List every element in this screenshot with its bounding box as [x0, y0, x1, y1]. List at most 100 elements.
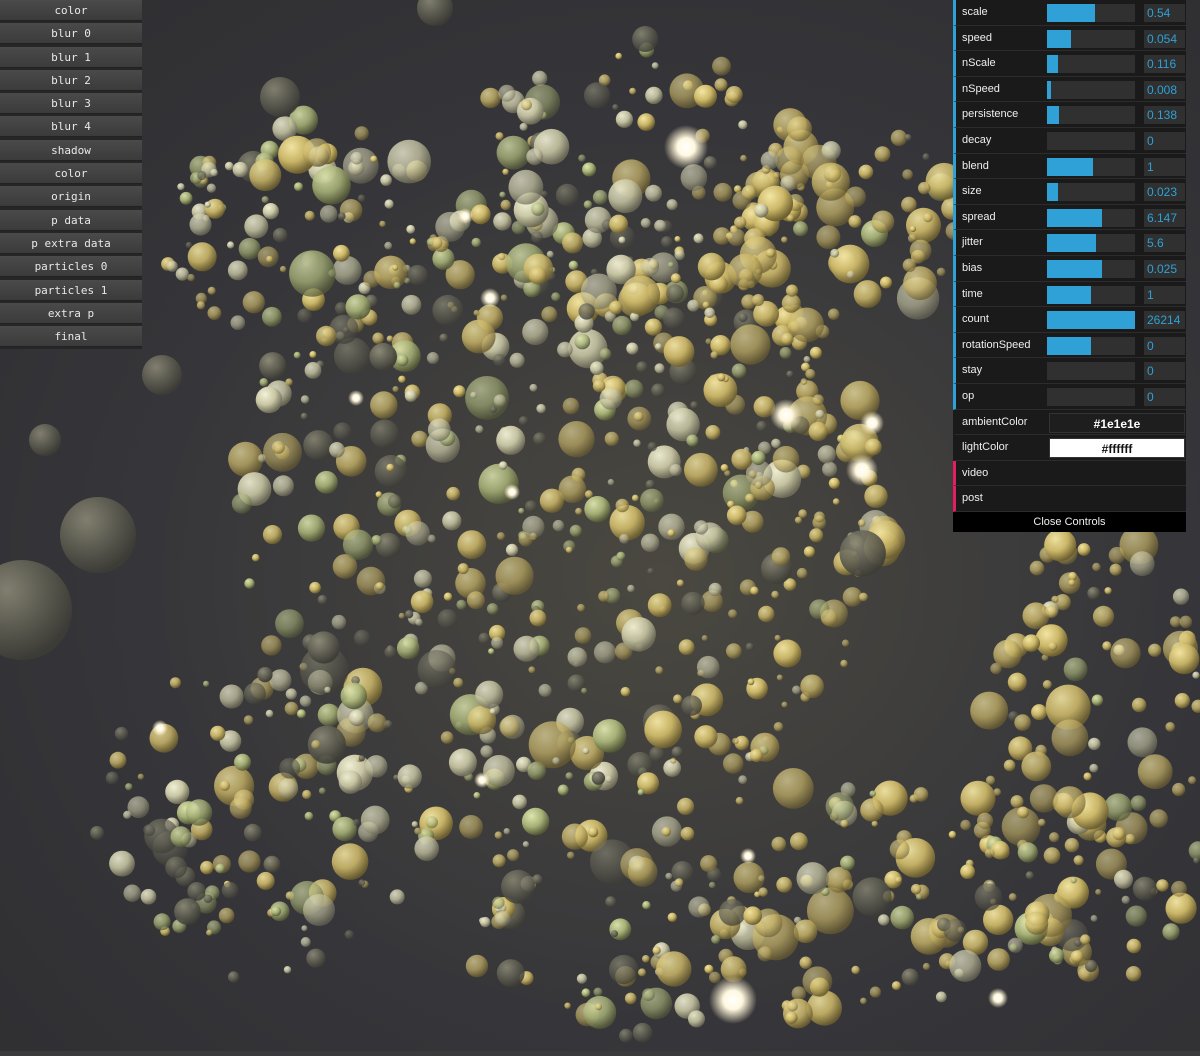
slider-track[interactable] [1047, 286, 1135, 304]
slider-value-input[interactable]: 1 [1144, 158, 1185, 176]
slider-value-input[interactable]: 0.008 [1144, 81, 1185, 99]
folder-post[interactable]: post [953, 486, 1186, 512]
slider-track[interactable] [1047, 209, 1135, 227]
slider-track[interactable] [1047, 55, 1135, 73]
render-target-button-blur-1[interactable]: blur 1 [0, 47, 142, 68]
particle [520, 123, 528, 131]
particle [1018, 842, 1038, 862]
particle [1162, 923, 1179, 940]
render-target-button-particles-1[interactable]: particles 1 [0, 280, 142, 301]
slider-value-input[interactable]: 0 [1144, 362, 1185, 380]
render-target-button-extra-p[interactable]: extra p [0, 303, 142, 324]
particle [488, 648, 494, 654]
particle [637, 113, 655, 131]
render-target-button-p-extra-data[interactable]: p extra data [0, 233, 142, 254]
particle [617, 552, 626, 561]
slider-track[interactable] [1047, 260, 1135, 278]
render-target-button-final[interactable]: final [0, 326, 142, 347]
particle [895, 877, 902, 884]
particle [655, 363, 665, 373]
render-target-button-color[interactable]: color [0, 0, 142, 21]
particle [675, 236, 681, 242]
slider-track[interactable] [1047, 132, 1135, 150]
particle [902, 169, 913, 180]
render-target-button-blur-2[interactable]: blur 2 [0, 70, 142, 91]
particle [386, 464, 394, 472]
particle [558, 421, 594, 457]
particle [923, 213, 932, 222]
slider-track[interactable] [1047, 362, 1135, 380]
color-picker-input[interactable]: #ffffff [1049, 438, 1185, 458]
close-controls-button[interactable]: Close Controls [953, 512, 1186, 532]
particle [1045, 605, 1058, 618]
particle [593, 190, 608, 205]
particle [498, 85, 515, 102]
particle [557, 342, 573, 358]
particle [449, 749, 477, 777]
render-target-button-blur-3[interactable]: blur 3 [0, 93, 142, 114]
slider-value-input[interactable]: 0.54 [1144, 4, 1185, 22]
particle [390, 889, 405, 904]
particle [262, 307, 282, 327]
render-target-button-blur-4[interactable]: blur 4 [0, 116, 142, 137]
slider-value-input[interactable]: 26214 [1144, 311, 1185, 329]
slider-value-input[interactable]: 0 [1144, 132, 1185, 150]
slider-value-input[interactable]: 0 [1144, 337, 1185, 355]
particle [605, 432, 619, 446]
particle [458, 563, 469, 574]
particle [792, 686, 801, 695]
slider-row-rotationSpeed: rotationSpeed0 [953, 333, 1186, 359]
slider-track[interactable] [1047, 183, 1135, 201]
slider-track[interactable] [1047, 158, 1135, 176]
particle [438, 609, 458, 629]
render-target-button-blur-0[interactable]: blur 0 [0, 23, 142, 44]
slider-label: stay [962, 358, 982, 383]
slider-value-input[interactable]: 1 [1144, 286, 1185, 304]
particle [244, 683, 266, 705]
particle [1088, 738, 1100, 750]
slider-value-input[interactable]: 0.023 [1144, 183, 1185, 201]
slider-value-input[interactable]: 6.147 [1144, 209, 1185, 227]
slider-value-input[interactable]: 0.025 [1144, 260, 1185, 278]
particle [143, 824, 155, 836]
folder-video[interactable]: video [953, 461, 1186, 487]
slider-track[interactable] [1047, 388, 1135, 406]
slider-value-input[interactable]: 0.054 [1144, 30, 1185, 48]
slider-track[interactable] [1047, 81, 1135, 99]
light-glint [740, 848, 756, 864]
particle [285, 702, 299, 716]
render-target-button-p-data[interactable]: p data [0, 210, 142, 231]
particle [840, 530, 886, 576]
slider-row-jitter: jitter5.6 [953, 230, 1186, 256]
slider-value-input[interactable]: 0 [1144, 388, 1185, 406]
particle [878, 914, 889, 925]
particle [694, 85, 717, 108]
particle [923, 963, 930, 970]
particle [475, 425, 483, 433]
slider-value-input[interactable]: 0.138 [1144, 106, 1185, 124]
particle [847, 271, 855, 279]
particle [1084, 773, 1092, 781]
particle [703, 302, 710, 309]
render-target-button-particles-0[interactable]: particles 0 [0, 256, 142, 277]
color-picker-input[interactable]: #1e1e1e [1049, 413, 1185, 433]
particle [370, 391, 397, 418]
slider-track[interactable] [1047, 234, 1135, 252]
slider-track[interactable] [1047, 311, 1135, 329]
particle [818, 445, 836, 463]
slider-value-input[interactable]: 0.116 [1144, 55, 1185, 73]
render-target-button-shadow[interactable]: shadow [0, 140, 142, 161]
particle [771, 591, 779, 599]
particle [903, 259, 916, 272]
particle [233, 162, 248, 177]
slider-track[interactable] [1047, 30, 1135, 48]
particle [411, 431, 428, 448]
render-target-button-origin[interactable]: origin [0, 186, 142, 207]
slider-track[interactable] [1047, 337, 1135, 355]
render-target-button-color[interactable]: color [0, 163, 142, 184]
slider-track[interactable] [1047, 106, 1135, 124]
slider-value-input[interactable]: 5.6 [1144, 234, 1185, 252]
slider-track[interactable] [1047, 4, 1135, 22]
particle [949, 831, 956, 838]
particle [677, 580, 684, 587]
